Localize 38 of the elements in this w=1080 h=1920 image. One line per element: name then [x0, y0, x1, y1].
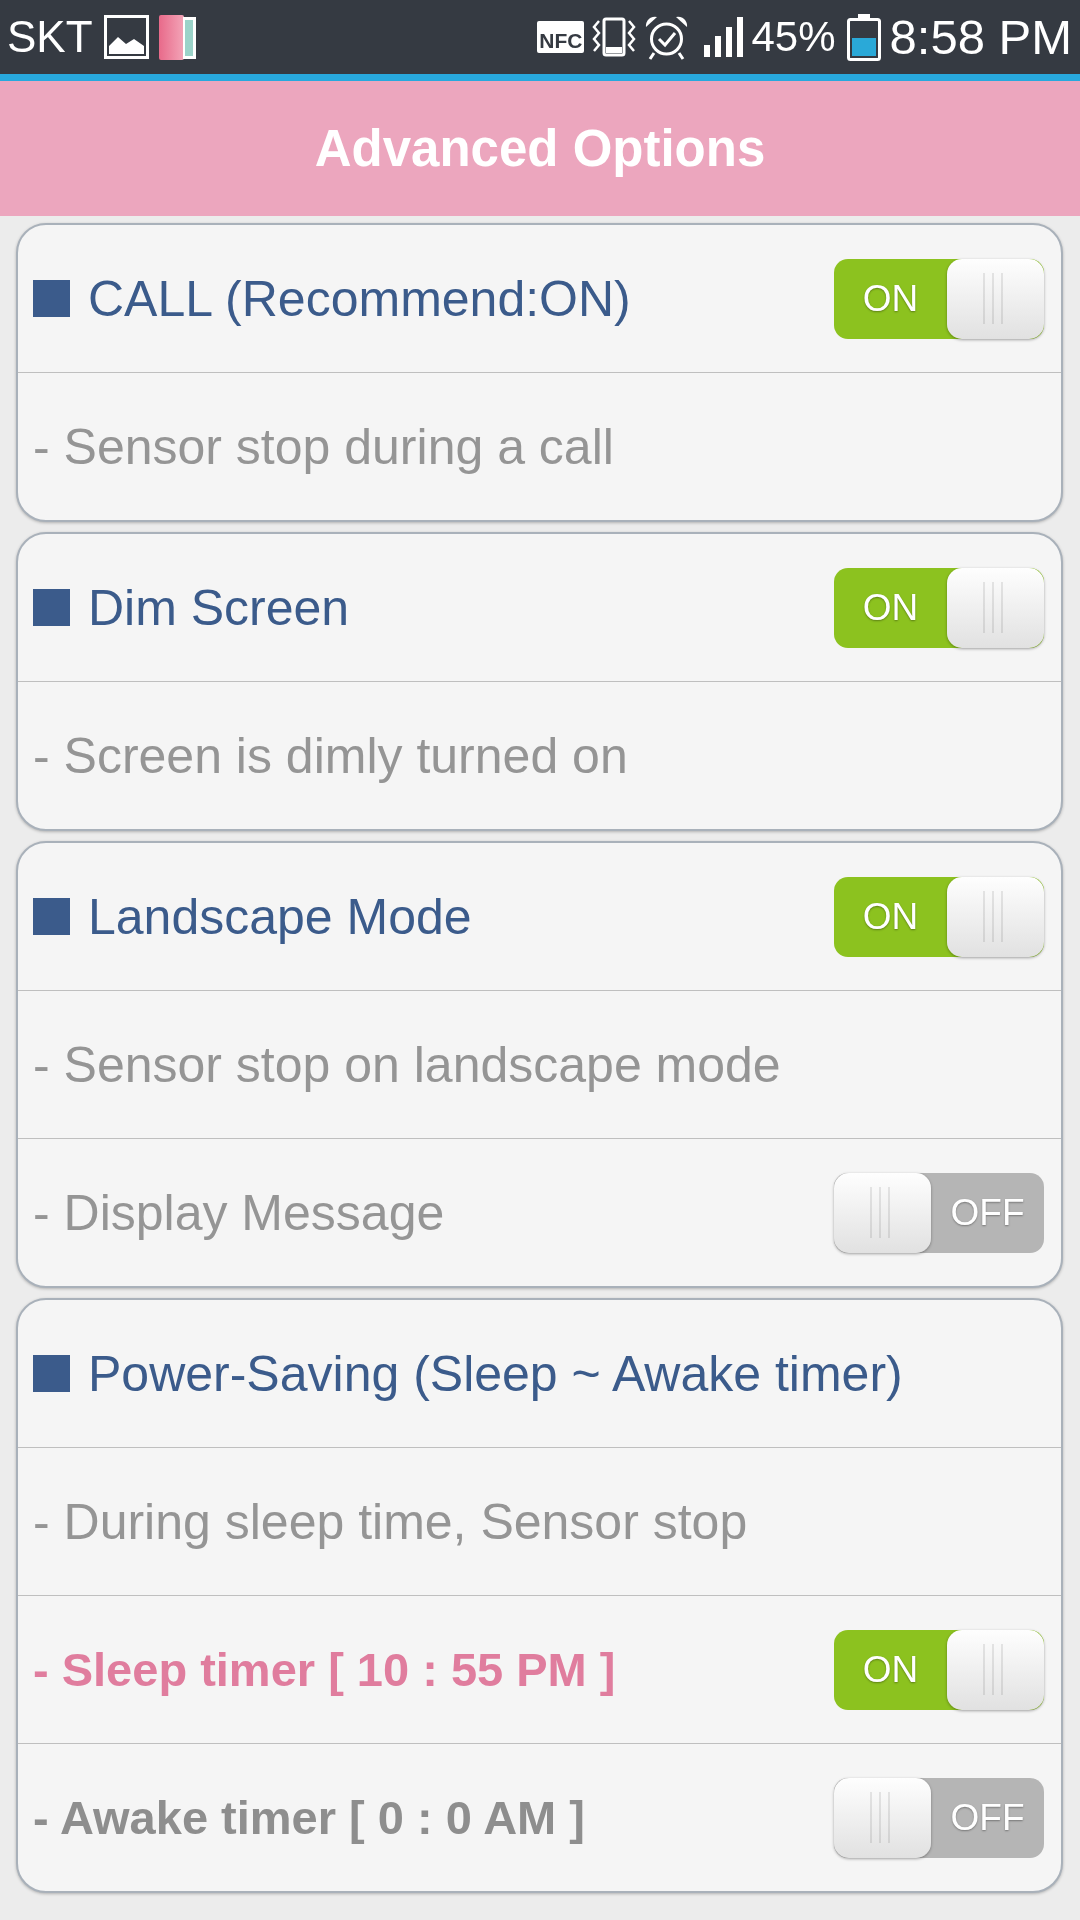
timer-setting: - Sleep timer [ 10 : 55 PM ] — [33, 1642, 617, 1697]
toggle-switch[interactable]: ON — [834, 258, 1044, 339]
option-title: Landscape Mode — [88, 887, 473, 946]
option-title: Power-Saving (Sleep ~ Awake timer) — [88, 1344, 904, 1403]
screen-title: Advanced Options — [314, 119, 766, 178]
signal-icon — [704, 17, 746, 57]
battery-percent: 45% — [751, 16, 836, 58]
square-bullet-icon — [33, 589, 70, 626]
option-description: - Sensor stop on landscape mode — [33, 1035, 782, 1094]
switch-thumb[interactable] — [834, 1172, 931, 1253]
battery-icon — [846, 13, 881, 61]
clock-time: 8:58 PM — [889, 12, 1072, 62]
option-description: - Display Message — [33, 1183, 446, 1242]
notebook-icon — [158, 14, 196, 60]
vibrate-icon — [591, 17, 638, 57]
switch-thumb[interactable] — [834, 1777, 931, 1858]
switch-thumb[interactable] — [947, 258, 1044, 339]
toggle-switch[interactable]: ON — [834, 876, 1044, 957]
option-description: - Screen is dimly turned on — [33, 726, 629, 785]
timer-setting: - Awake timer [ 0 : 0 AM ] — [33, 1790, 586, 1845]
option-description: - During sleep time, Sensor stop — [33, 1492, 749, 1551]
nfc-indicator: NFC — [537, 21, 585, 53]
toggle-switch[interactable]: ON — [834, 567, 1044, 648]
option-title: Dim Screen — [88, 578, 351, 637]
alarm-clock-icon — [644, 14, 690, 60]
square-bullet-icon — [33, 898, 70, 935]
image-icon — [103, 15, 149, 59]
switch-thumb[interactable] — [947, 876, 1044, 957]
toggle-switch[interactable]: OFF — [834, 1777, 1044, 1858]
toggle-switch[interactable]: ON — [834, 1629, 1044, 1710]
square-bullet-icon — [33, 1355, 70, 1392]
switch-thumb[interactable] — [947, 1629, 1044, 1710]
square-bullet-icon — [33, 280, 70, 317]
carrier-name: SKT — [7, 15, 93, 59]
toggle-switch[interactable]: OFF — [834, 1172, 1044, 1253]
switch-thumb[interactable] — [947, 567, 1044, 648]
option-description: - Sensor stop during a call — [33, 417, 615, 476]
option-title: CALL (Recommend:ON) — [88, 269, 632, 328]
